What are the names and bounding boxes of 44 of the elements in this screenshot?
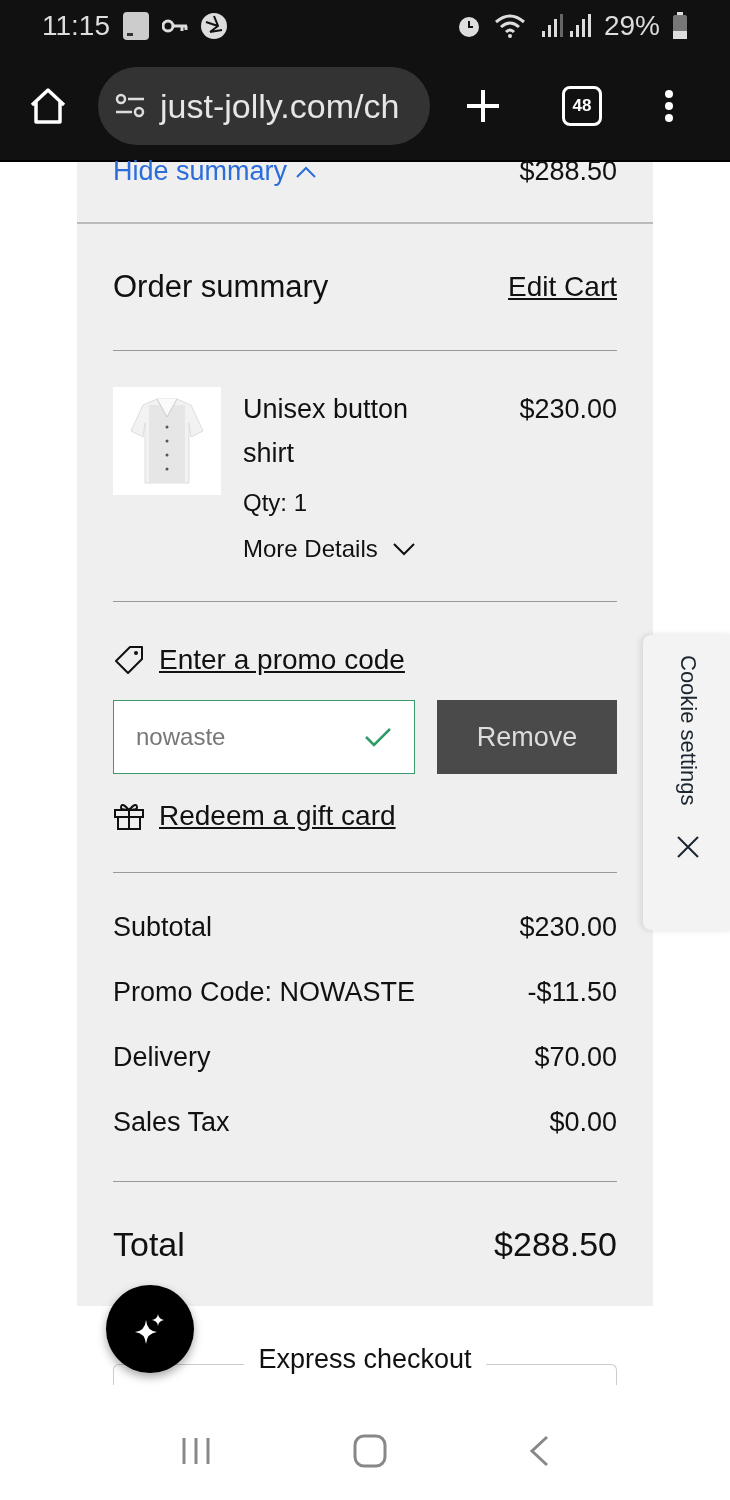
cookie-settings-tab[interactable]: Cookie settings — [643, 635, 730, 930]
battery-icon — [672, 12, 688, 40]
summary-total: $288.50 — [519, 156, 617, 187]
gift-card-link[interactable]: Redeem a gift card — [159, 800, 396, 832]
assistant-button[interactable] — [106, 1285, 194, 1373]
url-text: just-jolly.com/ch — [160, 86, 400, 126]
line-amount: $70.00 — [534, 1042, 617, 1073]
remove-button[interactable]: Remove — [437, 700, 617, 774]
cookie-settings-label[interactable]: Cookie settings — [675, 655, 701, 806]
edit-cart-link[interactable]: Edit Cart — [508, 271, 617, 303]
key-icon — [162, 19, 188, 33]
line-label: Promo Code: NOWASTE — [113, 977, 416, 1008]
line-label: Delivery — [113, 1042, 211, 1073]
tag-icon — [113, 644, 145, 676]
quantity-text: Qty: 1 — [243, 489, 309, 517]
order-summary-title: Order summary — [113, 269, 329, 305]
total-label: Total — [113, 1224, 185, 1264]
menu-icon[interactable] — [664, 89, 674, 123]
promo-code-link[interactable]: Enter a promo code — [159, 644, 405, 676]
promo-code-value: nowaste — [136, 723, 226, 751]
address-bar[interactable]: just-jolly.com/ch — [98, 67, 430, 145]
home-button-icon[interactable] — [353, 1434, 387, 1468]
home-icon[interactable] — [28, 87, 68, 125]
total-amount: $288.50 — [494, 1224, 617, 1264]
gift-icon — [113, 801, 145, 831]
tab-count-button[interactable]: 48 — [562, 86, 602, 126]
product-name: Unisex button shirt — [243, 393, 410, 470]
clock-time: 11:15 — [42, 10, 110, 42]
site-settings-icon[interactable] — [114, 93, 146, 119]
hide-summary-link[interactable]: Hide summary — [113, 156, 318, 187]
line-amount: $0.00 — [549, 1107, 617, 1138]
chevron-down-icon — [391, 542, 416, 556]
promo-code-field[interactable]: nowaste — [113, 700, 415, 774]
recent-apps-icon[interactable] — [181, 1436, 211, 1466]
battery-percent: 29% — [603, 10, 660, 42]
line-label: Sales Tax — [113, 1107, 230, 1138]
plus-icon[interactable] — [466, 89, 500, 123]
back-icon[interactable] — [529, 1435, 549, 1467]
line-label: Subtotal — [113, 912, 213, 943]
product-price: $230.00 — [519, 393, 617, 426]
line-amount: $230.00 — [519, 912, 617, 943]
line-amount: -$11.50 — [527, 977, 617, 1008]
signal-icon — [539, 13, 592, 39]
more-details-link[interactable]: More Details — [243, 535, 498, 563]
